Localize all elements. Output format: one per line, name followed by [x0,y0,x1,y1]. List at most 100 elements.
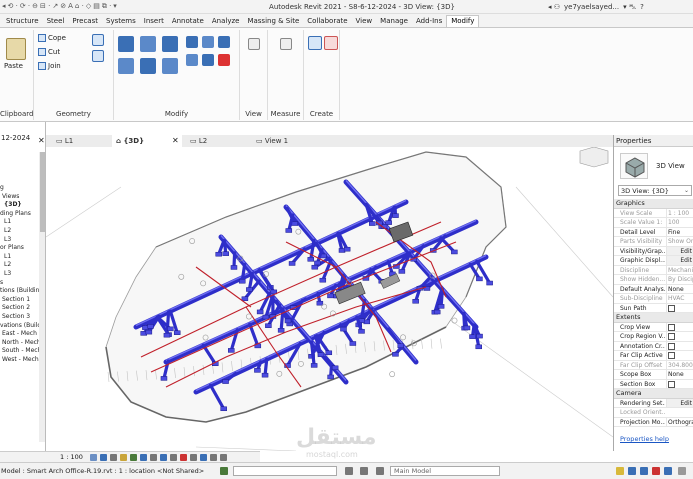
browser-item[interactable]: {3D} [4,201,22,208]
quick-access-item[interactable]: ▤ [93,2,100,12]
drawing-canvas[interactable] [46,147,613,451]
close-icon[interactable]: ✕ [38,135,45,147]
trim-icon[interactable] [186,36,198,48]
property-row[interactable]: Detail Level Fine [614,227,693,237]
ribbon-tab-precast[interactable]: Precast [68,16,102,27]
browser-item[interactable]: L2 [4,227,11,234]
view-control-icon[interactable] [110,454,117,461]
editable-only-icon[interactable] [360,467,368,475]
property-value[interactable]: Edit [666,256,693,265]
ribbon-tab-view[interactable]: View [352,16,377,27]
property-row[interactable]: Crop View [614,322,693,332]
property-value[interactable]: Fine [666,227,693,237]
worksets-icon[interactable] [220,467,228,475]
measure-icon[interactable] [280,38,292,50]
active-model-select[interactable]: Main Model [390,466,500,476]
checkbox[interactable] [668,342,675,350]
mirror-icon[interactable] [162,36,178,52]
view-control-icon[interactable] [130,454,137,461]
view-tab[interactable]: ▭ L1 [52,135,102,147]
property-value[interactable]: Edit [666,398,693,408]
property-row[interactable]: View Scale 1 : 100 [614,208,693,218]
move-icon[interactable] [118,58,134,74]
cart-icon[interactable]: ▾ ⛍ [623,3,636,12]
array-icon[interactable] [186,54,198,66]
cope-button[interactable]: Cope [38,34,66,42]
quick-access-toolbar[interactable]: ◂ ⟲ · ⟳ · ⊖ ⊟ · ↗ ⊘ A ⌂ · ◇ ▤ ⧉ · ▾ [2,2,117,12]
paste-icon[interactable] [6,38,26,60]
quick-access-item[interactable]: ⌂ · [75,2,84,12]
property-value[interactable]: Mechanic [666,265,693,275]
property-row[interactable]: Far Clip Offset304.8000 [614,360,693,370]
quick-access-item[interactable]: ⊘ [60,2,66,12]
quick-access-item[interactable]: ⊖ [32,2,38,12]
select-pinned-icon[interactable] [640,467,648,475]
ribbon-tab-add-ins[interactable]: Add-Ins [412,16,446,27]
property-value[interactable]: 100 [666,218,693,227]
property-value[interactable]: Edit [666,246,693,256]
property-row[interactable]: Annotation Cr... [614,341,693,351]
browser-item[interactable]: Views [2,193,19,200]
ribbon-tab-steel[interactable]: Steel [43,16,69,27]
property-row[interactable]: Sub-Discipline HVAC [614,294,693,304]
browser-item[interactable]: East - Mech [2,330,37,337]
browser-item[interactable]: or Plans [0,244,24,251]
paste-label[interactable]: Paste [4,62,23,70]
browser-item[interactable]: L1 [4,253,11,260]
ribbon-tab-modify[interactable]: Modify [446,15,480,27]
copy-icon[interactable] [140,58,156,74]
offset-icon[interactable] [140,36,156,52]
quick-access-item[interactable]: ◇ [86,2,91,12]
filter-icon[interactable] [345,467,353,475]
ribbon-tab-manage[interactable]: Manage [376,16,412,27]
browser-item[interactable]: L1 [4,218,11,225]
user-name[interactable]: ye7yaelsayed... [564,3,619,12]
cut-button[interactable]: Cut [38,48,60,56]
browser-item[interactable]: s [0,279,3,286]
property-row[interactable]: Scale Value 1: 100 [614,218,693,228]
quick-access-item[interactable]: ◂ [2,2,6,12]
property-value[interactable]: Orthogra [666,417,693,427]
property-checkbox[interactable] [666,332,693,341]
select-by-face-icon[interactable] [652,467,660,475]
ribbon-tab-annotate[interactable]: Annotate [168,16,208,27]
property-row[interactable]: Section Box [614,379,693,389]
scale-icon[interactable] [218,36,230,48]
design-options-icon[interactable] [376,467,384,475]
pin-icon[interactable] [202,54,214,66]
view-control-icon[interactable] [140,454,147,461]
view-control-icon[interactable] [170,454,177,461]
help-icon[interactable]: ? [640,3,644,12]
property-row[interactable]: Default Analys... None [614,284,693,294]
ribbon-tab-collaborate[interactable]: Collaborate [303,16,351,27]
browser-item[interactable]: g [0,184,4,191]
browser-item[interactable]: West - Mech [2,356,39,363]
property-checkbox[interactable] [666,379,693,389]
view-tab[interactable]: ▭ View 1 [252,135,322,147]
property-row[interactable]: Visibility/Grap... Edit [614,246,693,256]
view-control-icon[interactable] [180,454,187,461]
browser-item[interactable]: ding Plans [0,210,31,217]
property-value[interactable]: By Discip [666,275,693,284]
property-row[interactable]: Far Clip Active [614,351,693,361]
select-links-icon[interactable] [616,467,624,475]
property-checkbox[interactable] [666,322,693,332]
align-icon[interactable] [118,36,134,52]
property-row[interactable]: Graphic Displ... Edit [614,256,693,266]
checkbox[interactable] [668,304,675,312]
rotate-icon[interactable] [162,58,178,74]
select-underlay-icon[interactable] [628,467,636,475]
hvac-3d-model[interactable] [46,147,613,451]
property-row[interactable]: Scope Box None [614,370,693,380]
browser-item[interactable]: tions (Buildin [0,287,39,294]
browser-item[interactable]: L3 [4,236,11,243]
browser-item[interactable]: Section 3 [2,313,30,320]
quick-access-item[interactable]: ▾ [113,2,117,12]
browser-item[interactable]: L3 [4,270,11,277]
drag-elements-icon[interactable] [664,467,672,475]
view-control-icon[interactable] [120,454,127,461]
quick-access-item[interactable]: ⧉ · [102,2,111,12]
ribbon-tab-systems[interactable]: Systems [102,16,140,27]
unjoin-icon[interactable] [92,34,104,46]
browser-item[interactable]: South - Mech [2,347,41,354]
